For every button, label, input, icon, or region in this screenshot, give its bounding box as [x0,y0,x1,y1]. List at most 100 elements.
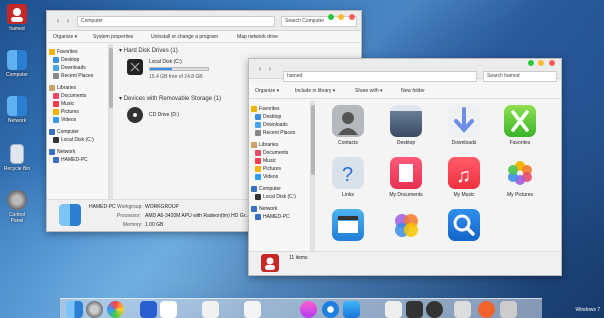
disk-icon [255,194,261,200]
trash-icon[interactable] [500,301,517,318]
scroll-thumb[interactable] [109,48,113,108]
sleep-icon[interactable] [478,301,495,318]
include-in-library-menu[interactable]: Include in library ▾ [295,85,335,97]
minimize-button[interactable] [538,60,545,66]
nav-videos[interactable]: Videos [47,116,108,124]
pc-icon [255,214,261,220]
pen-icon[interactable] [160,301,177,318]
nav-desktop[interactable]: Desktop [249,113,310,121]
search-input[interactable]: Search hamed [483,71,557,82]
mail-icon[interactable] [385,301,402,318]
maximize-button[interactable] [327,14,334,20]
folder-saved-games[interactable] [387,209,425,244]
close-button[interactable] [549,60,555,66]
forward-button[interactable]: › [265,64,275,74]
folder-my-music[interactable]: ♫ My Music [445,157,483,198]
folder-searches[interactable] [445,209,483,244]
map-network-drive-button[interactable]: Map network drive [237,31,278,43]
uninstall-program-button[interactable]: Uninstall or change a program [151,31,218,43]
system-prefs-icon[interactable] [86,301,103,318]
pictures-icon [255,166,261,172]
finder-icon [59,204,81,226]
color-wheel-icon[interactable] [107,301,124,318]
photos-icon[interactable] [300,301,317,318]
nav-network[interactable]: Network [249,205,310,213]
nav-label: Downloads [263,122,288,128]
address-bar[interactable]: hamed [283,71,477,82]
share-with-menu[interactable]: Share with ▾ [355,85,383,97]
nav-computer[interactable]: Computer [249,185,310,193]
itunes-icon[interactable] [244,301,261,318]
toolbar: Organize ▾ System properties Uninstall o… [47,31,361,43]
nav-network[interactable]: Network [47,148,108,156]
nav-music[interactable]: Music [47,100,108,108]
nav-computer[interactable]: Computer [47,128,108,136]
nav-local-disk[interactable]: Local Disk (C:) [249,193,310,201]
folder-my-documents[interactable]: My Documents [387,157,425,198]
folder-my-pictures[interactable]: My Pictures [501,157,539,198]
maximize-button[interactable] [527,60,534,66]
safari-icon[interactable] [322,301,339,318]
nav-label: Recent Places [263,130,296,136]
address-bar[interactable]: Computer [77,16,275,27]
xcode-icon[interactable] [140,301,157,318]
nav-libraries[interactable]: Libraries [249,141,310,149]
folder-desktop[interactable]: Desktop [387,105,425,146]
nav-scrollbar[interactable] [311,101,315,251]
nav-videos[interactable]: Videos [249,173,310,181]
nav-pictures[interactable]: Pictures [249,165,310,173]
nav-label: Videos [61,117,77,123]
disk-free-text: 15.4 GB free of 24.8 GB [149,74,203,80]
user-folder-window: ‹ › hamed Search hamed Organize ▾ Includ… [248,58,562,276]
toolbar: Organize ▾ Include in library ▾ Share wi… [249,85,561,99]
nav-favorites[interactable]: Favorites [249,105,310,113]
app-store-icon[interactable] [343,301,360,318]
nav-favorites[interactable]: Favorites [47,48,108,56]
nav-local-disk[interactable]: Local Disk (C:) [47,136,108,144]
nav-libraries[interactable]: Libraries [47,84,108,92]
system-properties-button[interactable]: System properties [93,31,133,43]
calculator-icon[interactable] [406,301,423,318]
desktop-icon-label: hamed [9,26,25,32]
folder-downloads[interactable]: Downloads [445,105,483,146]
organize-menu[interactable]: Organize ▾ [255,85,279,97]
close-button[interactable] [349,14,355,20]
folder-videos[interactable] [329,209,367,244]
back-button[interactable]: ‹ [53,16,63,26]
new-folder-button[interactable]: New folder [401,85,425,97]
forward-button[interactable]: › [63,16,73,26]
back-button[interactable]: ‹ [255,64,265,74]
desktop-icon-network[interactable]: Network [2,96,32,124]
local-disk-item[interactable]: Local Disk (C:) 15.4 GB free of 24.8 GB [127,57,247,91]
desktop-icon-control-panel[interactable]: Control Panel [2,190,32,224]
nav-desktop[interactable]: Desktop [47,56,108,64]
nav-recent-places[interactable]: Recent Places [47,72,108,80]
folder-links[interactable]: ? Links [329,157,367,198]
finder-icon[interactable] [66,301,83,318]
nav-scrollbar[interactable] [109,44,113,208]
nav-pictures[interactable]: Pictures [47,108,108,116]
nav-recent-places[interactable]: Recent Places [249,129,310,137]
nav-hamed-pc[interactable]: HAMED-PC [249,213,310,221]
scroll-thumb[interactable] [311,105,315,175]
minimize-button[interactable] [338,14,345,20]
organize-menu[interactable]: Organize ▾ [53,31,77,43]
status-bar: 11 items [249,251,561,275]
nav-downloads[interactable]: Downloads [249,121,310,129]
photo-booth-icon[interactable] [454,301,471,318]
desktop-icon-recycle-bin[interactable]: Recycle Bin [2,144,32,172]
nav-documents[interactable]: Documents [249,149,310,157]
folder-favorites[interactable]: Favorites [501,105,539,146]
nav-downloads[interactable]: Downloads [47,64,108,72]
desktop-icon-user[interactable]: hamed [2,4,32,32]
folder-label: Contacts [338,140,358,146]
nav-documents[interactable]: Documents [47,92,108,100]
desktop-icon-computer[interactable]: Computer [2,50,32,78]
dashboard-icon[interactable] [426,301,443,318]
ical-icon[interactable] [202,301,219,318]
nav-music[interactable]: Music [249,157,310,165]
folder-contacts[interactable]: Contacts [329,105,367,146]
cd-drive-item[interactable]: CD Drive (D:) [127,107,227,127]
memory-label: Memory: [123,222,143,228]
nav-hamed-pc[interactable]: HAMED-PC [47,156,108,164]
